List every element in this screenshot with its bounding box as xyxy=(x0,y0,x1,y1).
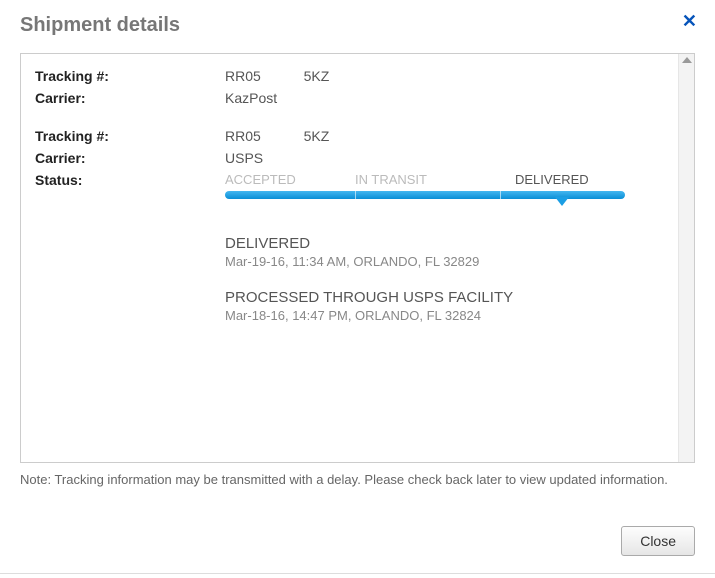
event-detail: Mar-18-16, 14:47 PM, ORLANDO, FL 32824 xyxy=(225,308,664,323)
modal-header: Shipment details ✕ xyxy=(0,0,715,47)
close-button[interactable]: Close xyxy=(621,526,695,556)
status-label: Status: xyxy=(35,172,225,207)
status-progress: ACCEPTED IN TRANSIT DELIVERED xyxy=(225,172,664,199)
carrier-label: Carrier: xyxy=(35,90,225,106)
carrier-label: Carrier: xyxy=(35,150,225,166)
tracking-value: RR05 5KZ xyxy=(225,128,664,144)
divider xyxy=(0,573,715,574)
delay-note: Note: Tracking information may be transm… xyxy=(20,471,695,489)
carrier-row: Carrier: USPS xyxy=(35,150,664,166)
progress-bar xyxy=(225,191,625,199)
event-detail: Mar-19-16, 11:34 AM, ORLANDO, FL 32829 xyxy=(225,254,664,269)
tracking-label: Tracking #: xyxy=(35,128,225,144)
tracking-value: RR05 5KZ xyxy=(225,68,664,84)
scroll-up-icon[interactable] xyxy=(682,57,692,63)
tracking-label: Tracking #: xyxy=(35,68,225,84)
modal-title: Shipment details xyxy=(20,14,180,36)
tracking-events: DELIVERED Mar-19-16, 11:34 AM, ORLANDO, … xyxy=(225,235,664,323)
shipment-details-modal: Shipment details ✕ Tracking #: RR05 5KZ … xyxy=(0,0,715,578)
carrier-value: USPS xyxy=(225,150,664,166)
status-row: Status: ACCEPTED IN TRANSIT DELIVERED xyxy=(35,172,664,207)
scrollbar[interactable] xyxy=(678,54,694,462)
carrier-value: KazPost xyxy=(225,90,664,106)
tracking-event: DELIVERED Mar-19-16, 11:34 AM, ORLANDO, … xyxy=(225,235,664,269)
status-step-labels: ACCEPTED IN TRANSIT DELIVERED xyxy=(225,172,664,187)
progress-marker-icon xyxy=(555,197,569,206)
modal-footer: Close xyxy=(621,526,695,556)
tracking-row: Tracking #: RR05 5KZ xyxy=(35,68,664,84)
tracking-event: PROCESSED THROUGH USPS FACILITY Mar-18-1… xyxy=(225,289,664,323)
tracking-row: Tracking #: RR05 5KZ xyxy=(35,128,664,144)
carrier-row: Carrier: KazPost xyxy=(35,90,664,106)
event-title: DELIVERED xyxy=(225,235,664,252)
status-step-accepted: ACCEPTED xyxy=(225,172,355,187)
status-step-delivered: DELIVERED xyxy=(515,172,589,187)
status-step-in-transit: IN TRANSIT xyxy=(355,172,515,187)
event-title: PROCESSED THROUGH USPS FACILITY xyxy=(225,289,664,306)
close-icon[interactable]: ✕ xyxy=(682,12,697,30)
content-panel: Tracking #: RR05 5KZ Carrier: KazPost Tr… xyxy=(20,53,695,463)
